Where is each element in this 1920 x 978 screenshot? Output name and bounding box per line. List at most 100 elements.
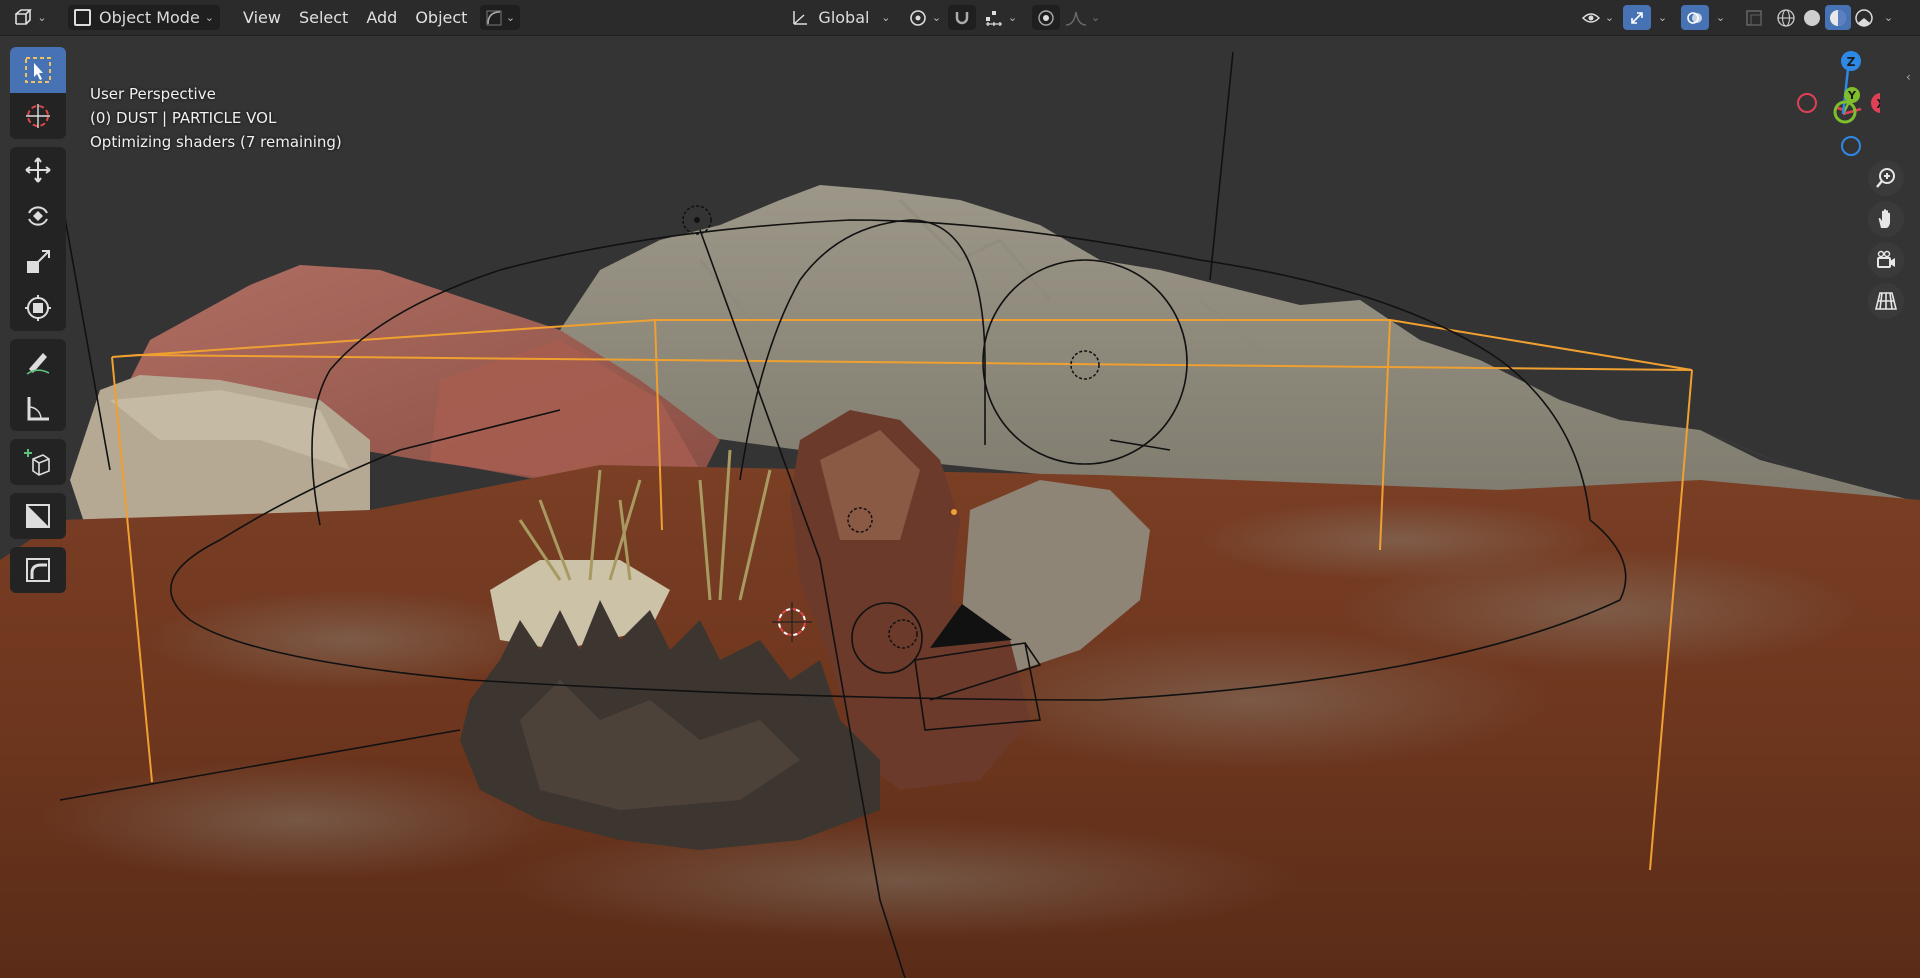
pivot-icon [910, 9, 926, 26]
sidebar-collapse-icon[interactable]: ‹ [1906, 70, 1920, 86]
object-mode-icon [74, 9, 91, 26]
visibility-dropdown[interactable]: ⌄ [1577, 5, 1617, 30]
add-cube-tool[interactable] [10, 439, 66, 485]
shading-rendered-button[interactable] [1851, 5, 1877, 30]
viewport-header: ⌄ Object Mode ⌄ View Select Add Object ⌄… [0, 0, 1920, 36]
chevron-down-icon: ⌄ [1657, 11, 1668, 24]
cursor-icon [26, 104, 50, 128]
camera-view-button[interactable] [1868, 242, 1904, 278]
overlays-toggle[interactable] [1681, 5, 1710, 30]
scale-icon [27, 250, 50, 273]
zoom-icon [1876, 168, 1895, 188]
rotate-tool[interactable] [10, 193, 66, 239]
perspective-label: User Perspective [90, 85, 216, 103]
orientation-label: Global [818, 8, 870, 27]
tool-group-extra [10, 493, 66, 539]
menu-view[interactable]: View [234, 5, 290, 30]
orientation-axes-icon [793, 10, 808, 25]
proportional-icon [1038, 9, 1055, 26]
transform-tool[interactable] [10, 285, 66, 331]
shader-status-label: Optimizing shaders (7 remaining) [90, 133, 342, 151]
transform-icon [25, 295, 51, 321]
blender-window: ⌄ Object Mode ⌄ View Select Add Object ⌄… [0, 0, 1920, 978]
rendered-sphere-icon [1855, 8, 1874, 27]
annotate-icon [26, 353, 50, 375]
viewport-editor-icon [15, 8, 33, 25]
overlays-icon [1687, 11, 1703, 24]
navigation-gizmo[interactable]: X Y Z [1750, 45, 1891, 165]
eye-icon [1581, 12, 1600, 23]
menu-object[interactable]: Object [406, 5, 476, 30]
wireframe-sphere-icon [1777, 8, 1796, 27]
tool-group-add [10, 439, 66, 485]
navigation-buttons [1868, 160, 1908, 324]
3d-viewport[interactable]: User Perspective (0) DUST | PARTICLE VOL… [0, 35, 1920, 978]
chevron-down-icon: ⌄ [931, 11, 942, 24]
axis-y-label: Y [1847, 89, 1857, 102]
annotate-tool[interactable] [10, 339, 66, 385]
rotate-icon [28, 206, 48, 226]
chevron-down-icon: ⌄ [37, 11, 47, 24]
tool-group-annotate [10, 339, 66, 431]
shading-material-button[interactable] [1825, 5, 1852, 30]
add-cube-icon [24, 449, 50, 476]
tool-group-curve [10, 547, 66, 593]
active-object-label: (0) DUST | PARTICLE VOL [90, 109, 277, 127]
chevron-down-icon: ⌄ [505, 11, 516, 24]
transform-orientation-dropdown[interactable]: Global ⌄ [790, 5, 890, 30]
shading-dropdown[interactable]: ⌄ [1877, 5, 1895, 30]
perspective-toggle-button[interactable] [1868, 283, 1904, 319]
measure-icon [27, 397, 49, 421]
cursor-tool[interactable] [10, 93, 66, 139]
chevron-down-icon: ⌄ [1007, 11, 1018, 24]
select-box-icon [25, 57, 51, 83]
axis-gizmo[interactable]: X Y Z [1750, 45, 1891, 165]
material-sphere-icon [1830, 9, 1847, 26]
chevron-down-icon: ⌄ [1883, 11, 1894, 24]
xray-icon [1746, 9, 1763, 26]
pivot-point-dropdown[interactable]: ⌄ [904, 5, 944, 30]
snap-target-dropdown[interactable]: ⌄ [978, 5, 1022, 30]
shading-wireframe-button[interactable] [1773, 5, 1799, 30]
header-menus: View Select Add Object [234, 5, 476, 30]
scale-tool[interactable] [10, 239, 66, 285]
overlays-dropdown[interactable]: ⌄ [1709, 5, 1727, 30]
axis-z-label: Z [1847, 55, 1856, 69]
tool-shelf [10, 47, 66, 601]
chevron-down-icon: ⌄ [1604, 11, 1615, 24]
move-icon [25, 157, 51, 183]
falloff-dropdown[interactable]: ⌄ [1062, 5, 1102, 30]
menu-add[interactable]: Add [357, 5, 406, 30]
move-tool[interactable] [10, 147, 66, 193]
measure-tool[interactable] [10, 385, 66, 431]
chevron-down-icon: ⌄ [1090, 11, 1101, 24]
gizmo-toggle[interactable] [1623, 5, 1652, 30]
axis-x-label: X [1876, 97, 1880, 111]
snap-increment-icon [985, 10, 1002, 26]
hand-icon [1878, 209, 1890, 228]
curve-dropdown[interactable]: ⌄ [480, 5, 521, 30]
snap-toggle[interactable] [948, 5, 977, 30]
pan-button[interactable] [1868, 201, 1904, 237]
gizmo-icon [1631, 11, 1644, 24]
select-box-tool[interactable] [10, 47, 66, 93]
shading-tool[interactable] [10, 493, 66, 539]
zoom-button[interactable] [1868, 160, 1904, 196]
chevron-down-icon: ⌄ [204, 11, 214, 24]
proportional-editing-toggle[interactable] [1032, 5, 1061, 30]
axis-z-negative[interactable] [1841, 136, 1861, 156]
editor-type-button[interactable]: ⌄ [8, 5, 52, 30]
menu-select[interactable]: Select [290, 5, 357, 30]
falloff-curve-icon [1065, 11, 1086, 26]
shading-icon [26, 504, 50, 528]
shading-solid-button[interactable] [1799, 5, 1825, 30]
mode-dropdown[interactable]: Object Mode ⌄ [68, 5, 220, 30]
camera-icon [1877, 250, 1895, 268]
mode-label: Object Mode [99, 8, 200, 27]
grid-icon [1874, 292, 1898, 310]
gizmo-dropdown[interactable]: ⌄ [1651, 5, 1669, 30]
tool-group-select [10, 47, 66, 139]
curve-tool[interactable] [10, 547, 66, 593]
xray-toggle[interactable] [1741, 5, 1767, 30]
magnet-icon [956, 11, 969, 24]
